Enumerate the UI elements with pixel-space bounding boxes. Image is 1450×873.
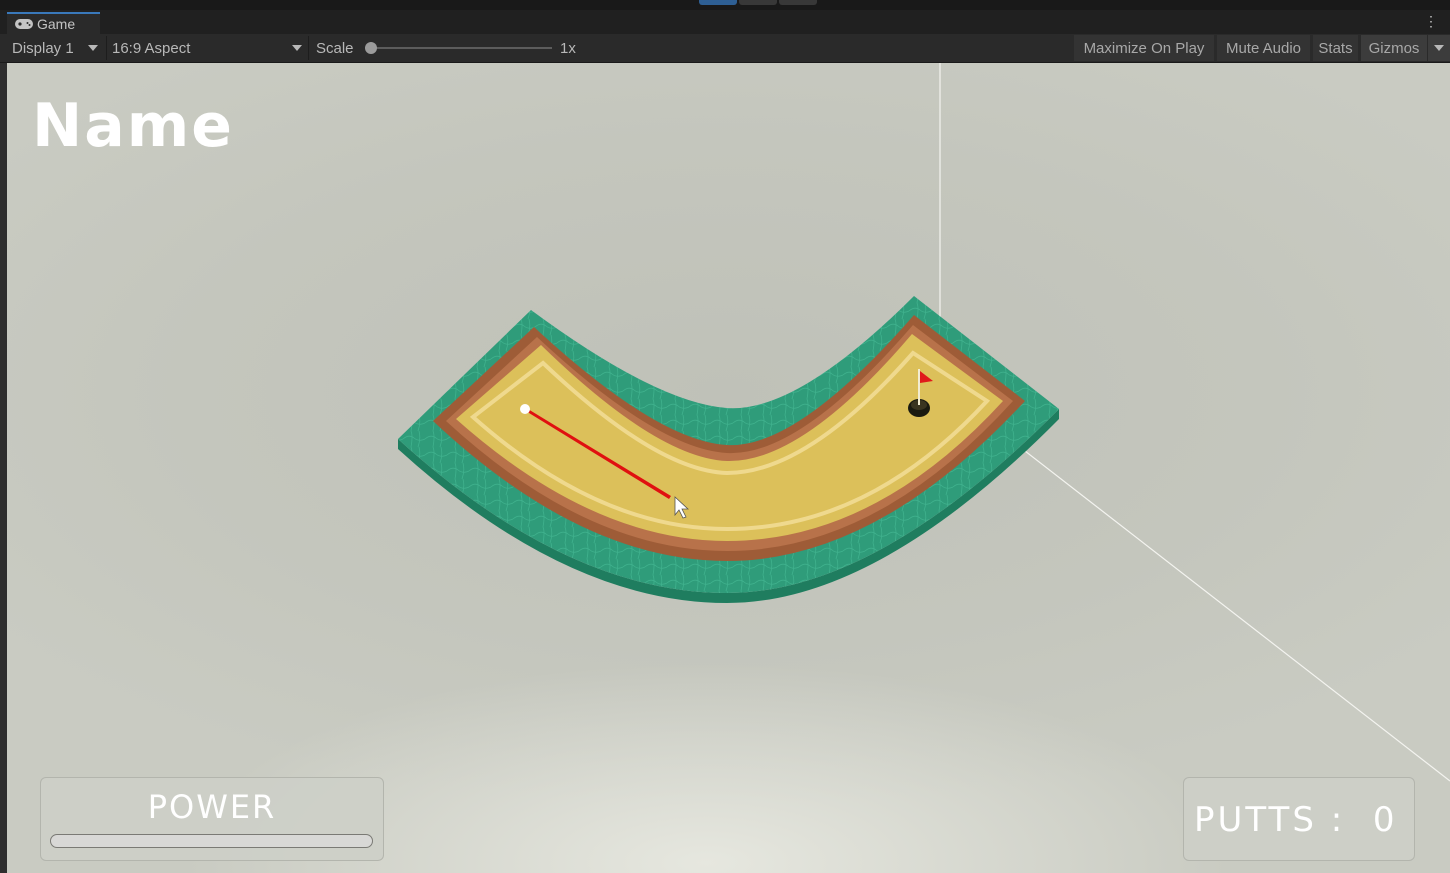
play-button[interactable] [699, 0, 737, 5]
scale-slider-handle[interactable] [365, 42, 377, 54]
player-name: Name [32, 91, 234, 161]
divider [106, 36, 107, 60]
mute-audio-button[interactable]: Mute Audio [1217, 35, 1310, 61]
power-bar [50, 834, 373, 848]
gizmos-button[interactable]: Gizmos [1361, 35, 1427, 61]
stats-button[interactable]: Stats [1313, 35, 1358, 61]
divider [308, 36, 309, 60]
scale-value: 1x [560, 39, 576, 57]
step-button[interactable] [779, 0, 817, 5]
putts-value: 0 [1372, 800, 1398, 840]
display-dropdown[interactable]: Display 1 [12, 34, 104, 62]
putts-counter: PUTTS : 0 [1194, 800, 1397, 840]
gizmos-dropdown[interactable] [1428, 35, 1450, 61]
aspect-dropdown[interactable]: 16:9 Aspect [112, 34, 304, 62]
tab-game-label: Game [37, 16, 76, 32]
golf-ball [520, 404, 530, 414]
editor-top-strip [0, 0, 1450, 10]
chevron-down-icon [87, 45, 98, 51]
game-toolbar: Display 1 16:9 Aspect Scale 1x Maximize … [0, 34, 1450, 63]
scale-label: Scale [316, 39, 354, 57]
putts-panel: PUTTS : 0 [1183, 777, 1415, 861]
golf-course-scene [398, 63, 1450, 782]
kebab-menu-icon[interactable]: ⋮ [1424, 14, 1438, 28]
power-label: POWER [147, 788, 277, 826]
tab-bar: Game ⋮ [0, 10, 1450, 34]
maximize-on-play-button[interactable]: Maximize On Play [1074, 35, 1214, 61]
display-value: Display 1 [12, 39, 74, 57]
tab-game[interactable]: Game [7, 12, 100, 34]
power-panel: POWER [40, 777, 384, 861]
game-viewport[interactable]: Name POWER PUTTS : 0 [7, 63, 1450, 873]
pause-button[interactable] [739, 0, 777, 5]
chevron-down-icon [292, 45, 302, 51]
gamepad-icon [15, 16, 33, 32]
scale-slider-track[interactable] [372, 47, 552, 49]
left-panel-edge [0, 63, 7, 873]
chevron-down-icon [1434, 45, 1444, 51]
aspect-value: 16:9 Aspect [112, 39, 191, 57]
putts-label: PUTTS : [1194, 800, 1346, 840]
